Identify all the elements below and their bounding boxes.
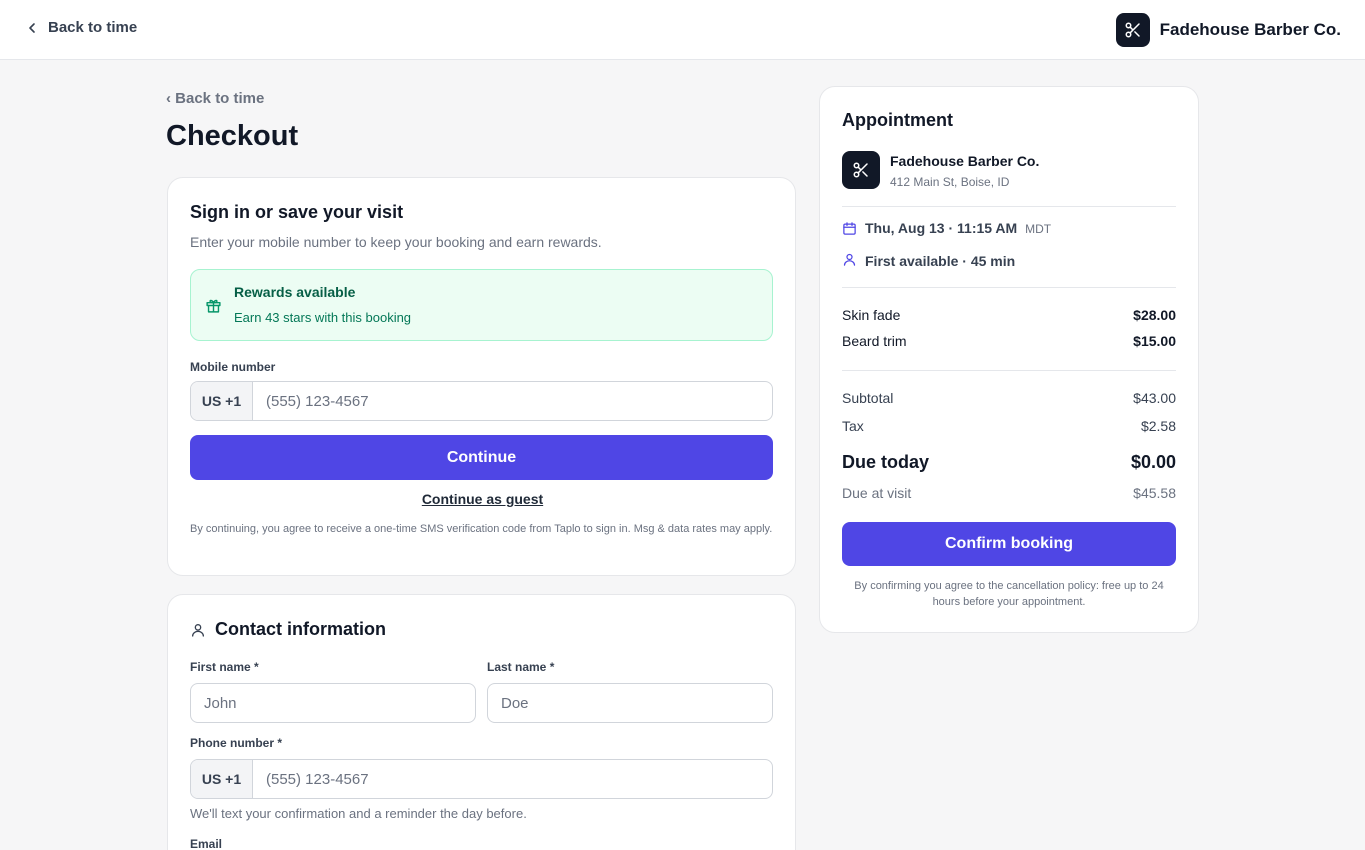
tax-row: Tax $2.58	[842, 418, 1176, 434]
service-name: Skin fade	[842, 307, 901, 323]
signin-card: Sign in or save your visit Enter your mo…	[167, 177, 796, 576]
page-title: Checkout	[166, 120, 299, 152]
scissors-icon	[1125, 22, 1140, 38]
due-at-visit-value: $45.58	[1133, 485, 1176, 501]
due-today-value: $0.00	[1130, 452, 1176, 472]
due-today-label: Due today	[842, 452, 930, 472]
subtotal-value: $43.00	[1133, 390, 1176, 406]
phone-input[interactable]	[253, 760, 772, 798]
signin-subtitle: Enter your mobile number to keep your bo…	[190, 234, 602, 250]
phone-label: Phone number *	[190, 736, 283, 750]
back-to-time-link[interactable]: ‹ Back to time	[166, 90, 264, 107]
due-today-row: Due today $0.00	[842, 452, 1176, 473]
country-code-select[interactable]: US +1	[191, 382, 253, 420]
shop-logo	[842, 151, 880, 189]
mobile-label: Mobile number	[190, 360, 276, 374]
cancellation-policy: By confirming you agree to the cancellat…	[854, 580, 1164, 608]
appointment-timezone: MDT	[1025, 222, 1052, 236]
service-name: Beard trim	[842, 333, 907, 349]
divider	[842, 206, 1176, 207]
service-price: $28.00	[1133, 307, 1176, 323]
phone-help-text: We'll text your confirmation and a remin…	[190, 806, 527, 821]
service-line: Skin fade $28.00	[842, 307, 1176, 323]
gift-icon	[206, 299, 221, 313]
contact-card: Contact information First name * Last na…	[167, 594, 796, 850]
phone-field: US +1	[190, 759, 773, 799]
appointment-card: Appointment Fadehouse Barber Co. 412 Mai…	[819, 86, 1199, 633]
continue-as-guest-link[interactable]: Continue as guest	[168, 491, 797, 507]
tax-value: $2.58	[1140, 418, 1176, 434]
mobile-input[interactable]	[253, 382, 772, 420]
scissors-icon	[853, 162, 868, 178]
shop-address: 412 Main St, Boise, ID	[890, 175, 1010, 189]
chevron-left-icon	[29, 22, 35, 33]
last-name-label: Last name *	[487, 660, 555, 674]
rewards-title: Rewards available	[234, 284, 356, 300]
service-price: $15.00	[1133, 333, 1176, 349]
last-name-input[interactable]	[487, 683, 773, 723]
subtotal-row: Subtotal $43.00	[842, 390, 1176, 406]
due-at-visit-label: Due at visit	[842, 485, 912, 501]
rewards-banner: Rewards available Earn 43 stars with thi…	[190, 269, 773, 341]
divider	[842, 287, 1176, 288]
phone-country-code-select[interactable]: US +1	[191, 760, 253, 798]
first-name-label: First name *	[190, 660, 259, 674]
user-icon	[843, 253, 856, 266]
divider	[842, 370, 1176, 371]
email-label: Email	[190, 837, 223, 850]
mobile-field: US +1	[190, 381, 773, 421]
top-back-link[interactable]: Back to time	[26, 19, 137, 36]
top-bar: Back to time Fadehouse Barber Co.	[0, 0, 1365, 60]
shop-name: Fadehouse Barber Co.	[890, 153, 1040, 169]
first-name-input[interactable]	[190, 683, 476, 723]
brand-name: Fadehouse Barber Co.	[1159, 20, 1341, 39]
continue-button[interactable]: Continue	[190, 435, 773, 480]
calendar-icon	[843, 222, 856, 235]
appointment-title: Appointment	[842, 110, 953, 130]
subtotal-label: Subtotal	[842, 390, 894, 406]
brand-logo	[1115, 13, 1150, 47]
signin-title: Sign in or save your visit	[190, 202, 404, 222]
contact-title: Contact information	[215, 619, 386, 639]
appointment-datetime: Thu, Aug 13 · 11:15 AM MDT	[865, 220, 1051, 236]
tax-label: Tax	[842, 418, 864, 434]
confirm-booking-button[interactable]: Confirm booking	[842, 522, 1176, 566]
brand[interactable]: Fadehouse Barber Co.	[1115, 13, 1341, 47]
user-icon	[192, 624, 204, 637]
appointment-barber: First available · 45 min	[865, 253, 1016, 269]
appointment-date-time: Thu, Aug 13 · 11:15 AM	[865, 220, 1018, 236]
sms-disclaimer: By continuing, you agree to receive a on…	[190, 523, 773, 535]
rewards-text: Earn 43 stars with this booking	[234, 310, 412, 325]
due-at-visit-row: Due at visit $45.58	[842, 485, 1176, 501]
top-back-label: Back to time	[48, 19, 138, 36]
service-line: Beard trim $15.00	[842, 333, 1176, 349]
